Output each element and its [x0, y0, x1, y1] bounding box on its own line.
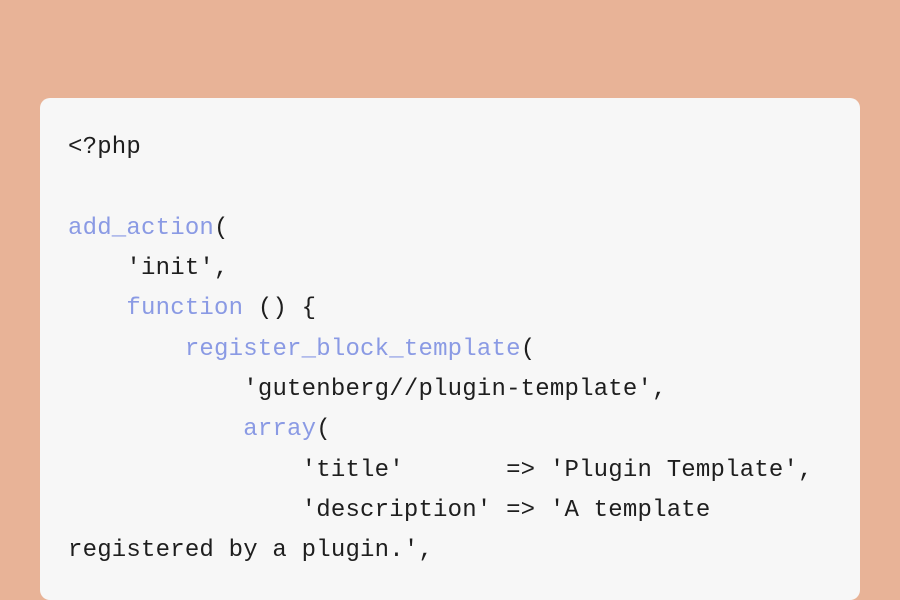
code-text: () { [243, 295, 316, 322]
code-fn: register_block_template [185, 336, 521, 363]
code-line: 'init', [68, 255, 229, 282]
code-pad [68, 295, 126, 322]
code-pad [68, 336, 185, 363]
code-line: 'description' => 'A template registered … [68, 497, 725, 564]
code-text: ( [316, 416, 331, 443]
code-fn: add_action [68, 215, 214, 242]
code-block: <?php add_action( 'init', function () { … [40, 98, 860, 600]
code-text: ( [214, 215, 229, 242]
code-kw: array [243, 416, 316, 443]
code-pad [68, 416, 243, 443]
code-line: <?php [68, 134, 141, 161]
code-content: <?php add_action( 'init', function () { … [68, 128, 832, 571]
code-line: 'gutenberg//plugin-template', [68, 376, 667, 403]
code-text: ( [521, 336, 536, 363]
code-line: 'title' => 'Plugin Template', [68, 457, 813, 484]
code-kw: function [126, 295, 243, 322]
